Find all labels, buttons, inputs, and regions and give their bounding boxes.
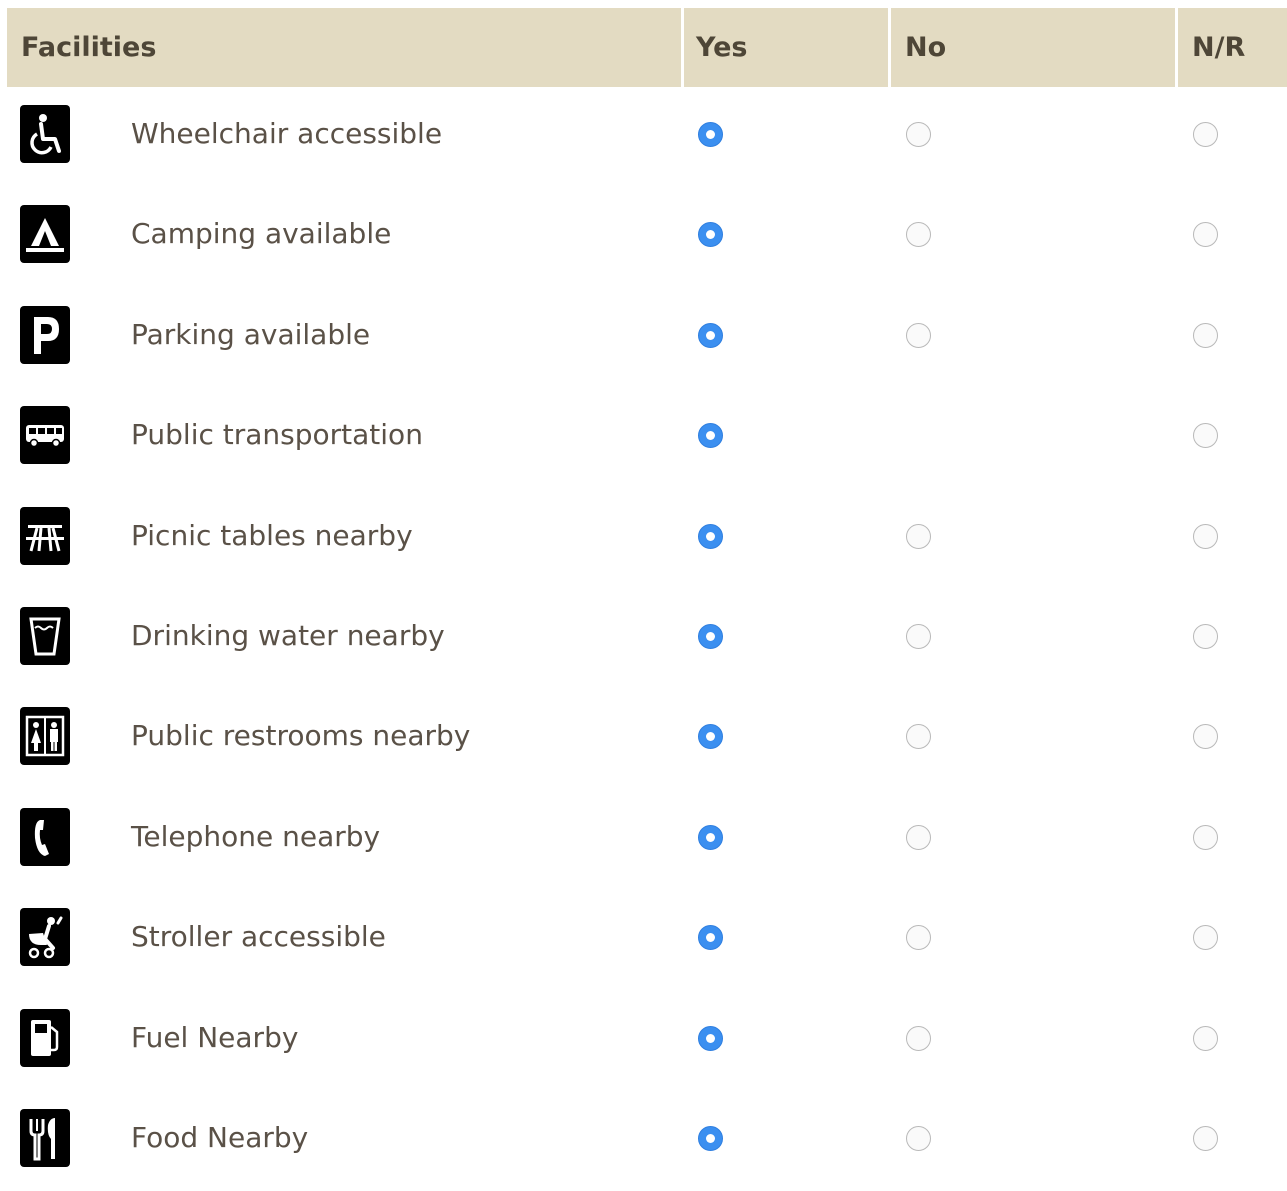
table-header: Facilities Yes No N/R — [7, 8, 1287, 87]
facility-rows: Wheelchair accessible Camping available Pa… — [7, 87, 1287, 1191]
parking-icon — [20, 305, 70, 364]
radio-yes[interactable] — [698, 122, 723, 147]
radio-yes[interactable] — [698, 423, 723, 449]
restroom-icon — [20, 707, 70, 766]
radio-yes[interactable] — [698, 1025, 723, 1051]
radio-nr[interactable] — [1193, 122, 1218, 147]
radio-yes[interactable] — [698, 523, 723, 549]
radio-no[interactable] — [906, 623, 931, 649]
table-row: Fuel Nearby — [7, 991, 1287, 1091]
header-no: No — [905, 32, 947, 63]
radio-nr[interactable] — [1193, 623, 1218, 649]
radio-nr[interactable] — [1193, 322, 1218, 348]
radio-yes[interactable] — [698, 222, 723, 248]
header-nr: N/R — [1192, 32, 1246, 63]
facility-label: Public transportation — [131, 418, 423, 452]
radio-nr[interactable] — [1193, 724, 1218, 750]
table-row: Picnic tables nearby — [7, 489, 1287, 589]
radio-no[interactable] — [906, 222, 931, 248]
radio-no[interactable] — [906, 122, 931, 147]
facility-label: Stroller accessible — [131, 920, 386, 954]
telephone-icon — [20, 807, 70, 866]
radio-nr[interactable] — [1193, 1025, 1218, 1051]
radio-yes[interactable] — [698, 925, 723, 951]
table-row: Public restrooms nearby — [7, 689, 1287, 789]
radio-nr[interactable] — [1193, 423, 1218, 449]
bus-icon — [20, 406, 70, 465]
facility-label: Parking available — [131, 317, 371, 351]
tent-icon — [20, 205, 70, 264]
fuel-pump-icon — [20, 1008, 70, 1067]
stroller-icon — [20, 908, 70, 967]
table-row: Public transportation — [7, 388, 1287, 488]
header-divider — [888, 8, 891, 87]
table-row: Stroller accessible — [7, 890, 1287, 990]
radio-yes[interactable] — [698, 724, 723, 750]
table-row: Food Nearby — [7, 1091, 1287, 1191]
header-divider — [1175, 8, 1178, 87]
radio-yes[interactable] — [698, 322, 723, 348]
radio-no[interactable] — [906, 925, 931, 951]
radio-nr[interactable] — [1193, 222, 1218, 248]
picnic-table-icon — [20, 506, 70, 565]
facilities-table: Facilities Yes No N/R Wheelchair accessi… — [7, 8, 1287, 1191]
header-yes: Yes — [696, 32, 748, 63]
table-row: Drinking water nearby — [7, 589, 1287, 689]
radio-yes[interactable] — [698, 1125, 723, 1151]
radio-no[interactable] — [906, 724, 931, 750]
drinking-water-icon — [20, 606, 70, 665]
radio-nr[interactable] — [1193, 824, 1218, 850]
radio-no[interactable] — [906, 523, 931, 549]
table-row: Telephone nearby — [7, 790, 1287, 890]
facility-label: Wheelchair accessible — [131, 117, 443, 150]
radio-nr[interactable] — [1193, 925, 1218, 951]
radio-no[interactable] — [906, 824, 931, 850]
radio-yes[interactable] — [698, 824, 723, 850]
facility-label: Food Nearby — [131, 1120, 309, 1154]
facility-label: Public restrooms nearby — [131, 719, 471, 753]
radio-nr[interactable] — [1193, 1125, 1218, 1151]
facility-label: Telephone nearby — [131, 819, 381, 853]
radio-no[interactable] — [906, 1025, 931, 1051]
facility-label: Drinking water nearby — [131, 618, 445, 652]
radio-yes[interactable] — [698, 623, 723, 649]
radio-no[interactable] — [906, 1125, 931, 1151]
facility-label: Picnic tables nearby — [131, 518, 413, 552]
fork-knife-icon — [20, 1108, 70, 1167]
radio-no[interactable] — [906, 322, 931, 348]
header-divider — [681, 8, 684, 87]
table-row: Wheelchair accessible — [7, 87, 1287, 187]
table-row: Parking available — [7, 288, 1287, 388]
radio-nr[interactable] — [1193, 523, 1218, 549]
header-facilities: Facilities — [21, 32, 157, 63]
wheelchair-icon — [20, 105, 70, 163]
table-row: Camping available — [7, 187, 1287, 287]
facility-label: Fuel Nearby — [131, 1020, 299, 1054]
facility-label: Camping available — [131, 217, 392, 251]
